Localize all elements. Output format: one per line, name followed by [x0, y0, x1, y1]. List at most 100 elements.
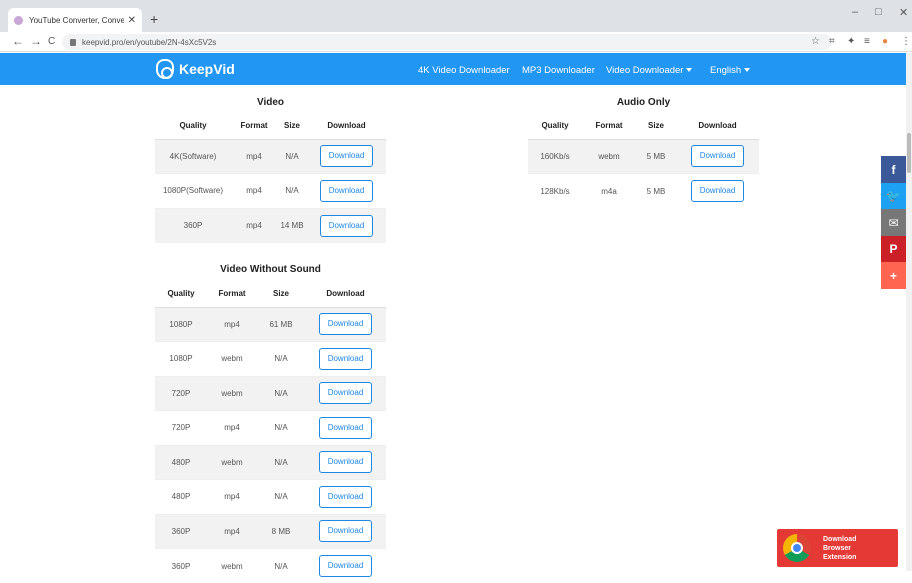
- pinterest-icon[interactable]: P: [881, 236, 906, 263]
- table-row: 720Pmp4N/ADownload: [155, 411, 386, 446]
- cell-download: Download: [676, 174, 759, 209]
- cell-quality: 480P: [155, 480, 207, 515]
- maximize-button[interactable]: □: [875, 6, 882, 18]
- media-icon[interactable]: ≡: [864, 36, 870, 47]
- cell-quality: 1080P(Software): [155, 174, 231, 209]
- browser-extension-banner[interactable]: Download Browser Extension: [777, 529, 898, 567]
- cell-quality: 1080P: [155, 307, 207, 342]
- url-text: keepvid.pro/en/youtube/2N-4sXc5V2s: [82, 38, 216, 47]
- table-row: 360Pmp48 MBDownload: [155, 514, 386, 549]
- menu-video-downloader-label: Video Downloader: [606, 65, 683, 76]
- download-button[interactable]: Download: [319, 451, 372, 473]
- video-no-sound-table: Quality Format Size Download 1080Pmp461 …: [155, 281, 386, 583]
- bookmark-star-icon[interactable]: ☆: [811, 36, 820, 47]
- download-button[interactable]: Download: [320, 180, 373, 202]
- column-header: Quality: [155, 113, 231, 139]
- column-header: Format: [582, 113, 636, 139]
- extension-line: Download: [823, 535, 856, 544]
- cell-format: mp4: [231, 174, 277, 209]
- cell-quality: 1080P: [155, 342, 207, 377]
- cell-format: mp4: [231, 139, 277, 174]
- cell-size: N/A: [257, 411, 305, 446]
- cell-size: 14 MB: [277, 208, 307, 243]
- menu-video-downloader[interactable]: Video Downloader: [606, 65, 692, 76]
- table-row: 720PwebmN/ADownload: [155, 376, 386, 411]
- cell-download: Download: [305, 376, 386, 411]
- menu-4k-video-downloader[interactable]: 4K Video Downloader: [418, 65, 510, 76]
- column-header: Format: [231, 113, 277, 139]
- cell-download: Download: [307, 139, 386, 174]
- video-table: Quality Format Size Download 4K(Software…: [155, 113, 386, 243]
- table-row: 480Pmp4N/A Download: [155, 480, 386, 515]
- chevron-down-icon: [686, 68, 692, 72]
- minimize-button[interactable]: –: [852, 6, 858, 18]
- download-button[interactable]: Download: [319, 417, 372, 439]
- cell-size: N/A: [257, 376, 305, 411]
- download-button[interactable]: Download: [319, 555, 372, 577]
- keepvid-logo[interactable]: KeepVid: [156, 59, 235, 79]
- facebook-icon[interactable]: f: [881, 156, 906, 183]
- cell-download: Download: [305, 411, 386, 446]
- download-button[interactable]: Download: [319, 382, 372, 404]
- download-button[interactable]: Download: [319, 313, 372, 335]
- twitter-icon[interactable]: 🐦: [881, 183, 906, 210]
- extension-icon[interactable]: ⌗: [829, 36, 835, 47]
- cell-format: m4a: [582, 174, 636, 209]
- more-share-icon[interactable]: +: [881, 262, 906, 289]
- back-button[interactable]: ←: [12, 34, 24, 48]
- menu-language-label: English: [710, 65, 741, 76]
- close-window-button[interactable]: ✕: [899, 6, 908, 19]
- cell-quality: 360P: [155, 208, 231, 243]
- browser-tab[interactable]: YouTube Converter, Convert Vid ✕: [8, 8, 142, 32]
- column-header: Download: [307, 113, 386, 139]
- puzzle-icon[interactable]: ✦: [847, 36, 855, 47]
- table-row: 4K(Software)mp4N/ADownload: [155, 139, 386, 174]
- download-button[interactable]: Download: [319, 486, 372, 508]
- tab-close-icon[interactable]: ✕: [128, 15, 136, 26]
- download-button[interactable]: Download: [691, 180, 744, 202]
- cell-format: webm: [207, 549, 257, 583]
- email-icon[interactable]: ✉: [881, 209, 906, 236]
- cell-size: 5 MB: [636, 139, 676, 174]
- video-no-sound-section-title: Video Without Sound: [155, 264, 386, 275]
- download-button[interactable]: Download: [691, 145, 744, 167]
- new-tab-button[interactable]: +: [150, 11, 158, 27]
- address-bar[interactable]: keepvid.pro/en/youtube/2N-4sXc5V2s: [62, 34, 832, 50]
- menu-language[interactable]: English: [710, 65, 750, 76]
- cell-download: Download: [676, 139, 759, 174]
- cell-quality: 480P: [155, 445, 207, 480]
- chevron-down-icon: [744, 68, 750, 72]
- column-header: Download: [305, 281, 386, 307]
- browser-menu-icon[interactable]: ⋮: [901, 36, 911, 47]
- cell-quality: 128Kb/s: [528, 174, 582, 209]
- table-row: 360PwebmN/ADownload: [155, 549, 386, 583]
- scrollbar-thumb[interactable]: [907, 133, 911, 173]
- menu-mp3-downloader[interactable]: MP3 Downloader: [522, 65, 595, 76]
- lock-icon: [70, 39, 76, 46]
- cell-download: Download: [305, 549, 386, 583]
- cell-size: N/A: [257, 480, 305, 515]
- table-row: 1080PwebmN/ADownload: [155, 342, 386, 377]
- cell-format: mp4: [207, 514, 257, 549]
- download-button[interactable]: Download: [320, 215, 373, 237]
- forward-button[interactable]: →: [30, 34, 42, 48]
- column-header: Size: [257, 281, 305, 307]
- brand-name: KeepVid: [179, 61, 235, 77]
- download-button[interactable]: Download: [319, 348, 372, 370]
- column-header: Format: [207, 281, 257, 307]
- extension-line: Extension: [823, 553, 856, 562]
- cell-download: Download: [305, 445, 386, 480]
- download-button[interactable]: Download: [319, 520, 372, 542]
- cell-quality: 160Kb/s: [528, 139, 582, 174]
- cell-format: mp4: [207, 480, 257, 515]
- browser-tab-strip: YouTube Converter, Convert Vid ✕ + – □ ✕: [0, 0, 912, 32]
- cell-size: N/A: [277, 174, 307, 209]
- page-scrollbar[interactable]: [906, 53, 912, 571]
- cell-format: mp4: [231, 208, 277, 243]
- audio-table: Quality Format Size Download 160Kb/swebm…: [528, 113, 759, 208]
- reload-button[interactable]: C: [48, 36, 55, 47]
- cell-quality: 720P: [155, 411, 207, 446]
- download-button[interactable]: Download: [320, 145, 373, 167]
- audio-section-title: Audio Only: [528, 97, 759, 108]
- profile-icon[interactable]: ●: [882, 36, 888, 47]
